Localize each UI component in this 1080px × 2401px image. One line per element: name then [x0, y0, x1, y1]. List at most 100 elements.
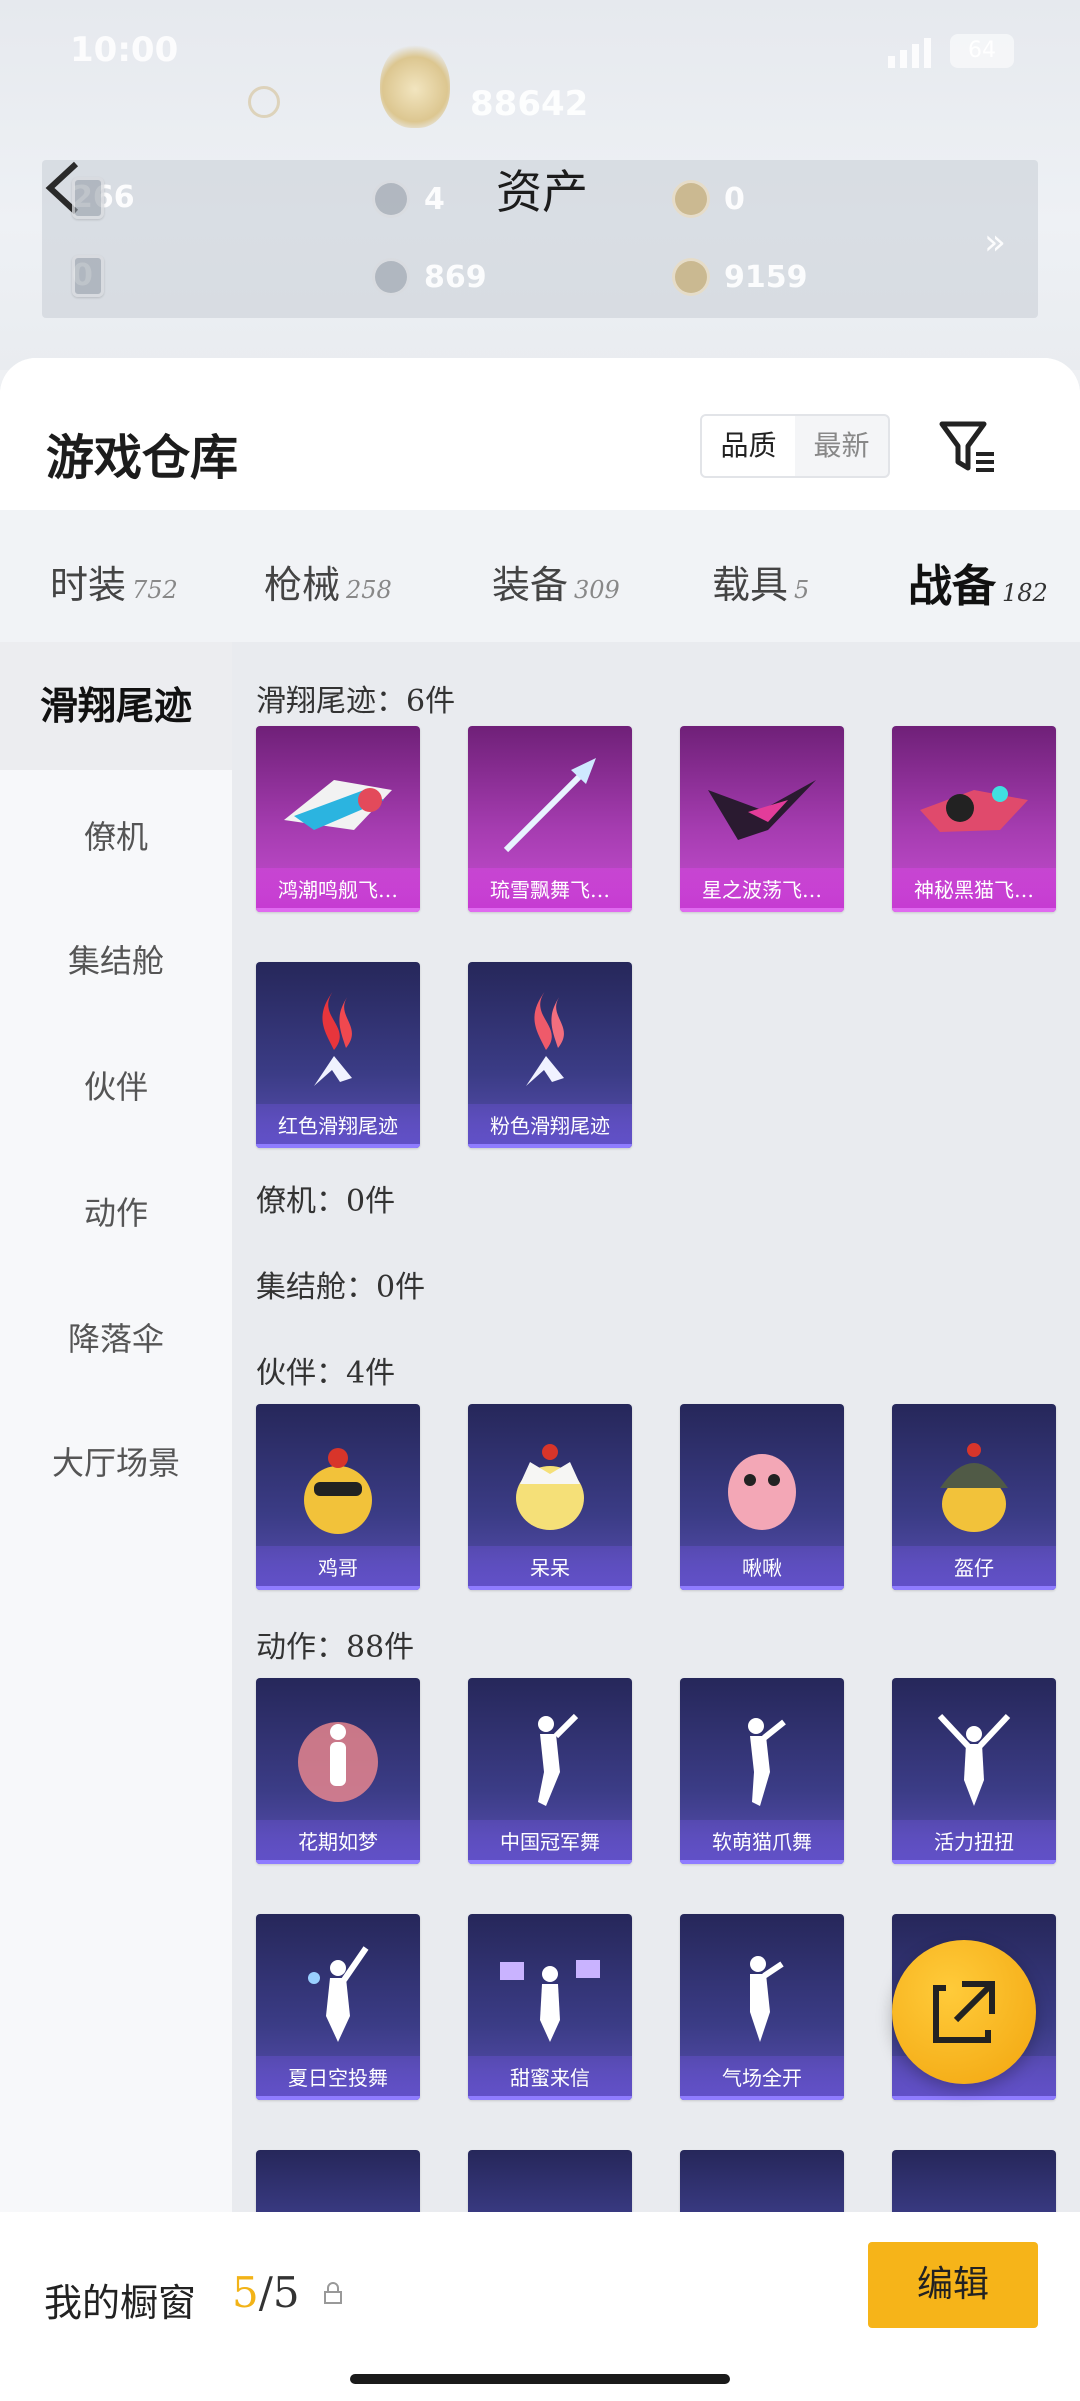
sidebar-item-companion[interactable]: 伙伴: [0, 1062, 232, 1108]
item-name: 红色滑翔尾迹: [256, 1104, 420, 1148]
medal-icon: [248, 86, 280, 118]
sidebar-item-wingman[interactable]: 僚机: [0, 812, 232, 858]
item-card[interactable]: 琉雪飘舞飞…: [468, 726, 632, 912]
filter-icon[interactable]: [938, 418, 998, 474]
tab-battle-prep[interactable]: 战备 182: [908, 550, 1048, 614]
item-card[interactable]: 活力扭扭: [892, 1678, 1056, 1864]
item-card[interactable]: 鸿潮鸣舰飞…: [256, 726, 420, 912]
showcase-count: 5/5: [232, 2268, 300, 2317]
red-smoke-trail-icon: [314, 990, 352, 1086]
item-card[interactable]: 软萌猫爪舞: [680, 1678, 844, 1864]
share-button[interactable]: [892, 1940, 1036, 2084]
sidebar-item-emote[interactable]: 动作: [0, 1188, 232, 1234]
rank-crest-icon: [380, 42, 450, 128]
chicken-pet-icon: [304, 1448, 372, 1534]
sidebar-item-lobby-scene[interactable]: 大厅场景: [0, 1438, 232, 1484]
item-grid: 滑翔尾迹：6件 鸿潮鸣舰飞… 琉雪飘舞飞… 星之波荡飞… 神秘黑猫飞… 红色滑翔…: [232, 642, 1080, 2401]
item-name: 啾啾: [680, 1546, 844, 1590]
showcase-bar: 我的橱窗 5/5 编辑: [0, 2212, 1080, 2401]
asset-silver-token: 869: [372, 258, 487, 296]
item-card[interactable]: 花期如梦: [256, 1678, 420, 1864]
rarity-stripe: [680, 908, 844, 912]
item-card[interactable]: 啾啾: [680, 1404, 844, 1590]
item-name: 琉雪飘舞飞…: [468, 868, 632, 912]
item-card[interactable]: 盔仔: [892, 1404, 1056, 1590]
section-label: 伙伴：4件: [256, 1356, 396, 1391]
dance-pose-icon: [750, 1956, 784, 2042]
item-name: 神秘黑猫飞…: [892, 868, 1056, 912]
item-name: 花期如梦: [256, 1820, 420, 1864]
sidebar: 滑翔尾迹 僚机 集结舱 伙伴 动作 降落伞 大厅场景: [0, 642, 232, 2401]
asset-gold-coin: 0: [672, 180, 745, 218]
item-card[interactable]: 神秘黑猫飞…: [892, 726, 1056, 912]
item-card[interactable]: 甜蜜来信: [468, 1914, 632, 2100]
item-card[interactable]: 中国冠军舞: [468, 1678, 632, 1864]
card-icon: [72, 176, 104, 219]
rarity-stripe: [892, 2096, 1056, 2100]
sort-toggle[interactable]: 品质 最新: [700, 414, 890, 478]
gold-coin-icon: [672, 180, 710, 218]
rarity-stripe: [468, 1586, 632, 1590]
item-card[interactable]: 星之波荡飞…: [680, 726, 844, 912]
item-card[interactable]: 气场全开: [680, 1914, 844, 2100]
sheet-title: 游戏仓库: [46, 430, 239, 486]
item-card[interactable]: 红色滑翔尾迹: [256, 962, 420, 1148]
pink-smoke-trail-icon: [526, 990, 564, 1086]
rarity-stripe: [468, 2096, 632, 2100]
rarity-stripe: [256, 1144, 420, 1148]
item-name: 呆呆: [468, 1546, 632, 1590]
gold-token-icon: [672, 258, 710, 296]
item-card[interactable]: 夏日空投舞: [256, 1914, 420, 2100]
tab-fashion[interactable]: 时装 752: [50, 554, 178, 609]
dance-pose-icon: [308, 1946, 369, 2042]
item-name: 中国冠军舞: [468, 1820, 632, 1864]
asset-card: 266: [72, 176, 135, 219]
sort-quality[interactable]: 品质: [702, 416, 795, 476]
asset-value: 0: [724, 181, 745, 217]
section-label: 动作：88件: [256, 1630, 415, 1665]
rarity-stripe: [892, 908, 1056, 912]
section-label: 僚机：0件: [256, 1184, 396, 1219]
battery-icon: 64: [950, 34, 1014, 68]
glider-icon: [503, 758, 596, 853]
tab-equipment[interactable]: 装备 309: [492, 554, 620, 609]
lock-icon: [324, 2282, 342, 2304]
item-name: 甜蜜来信: [468, 2056, 632, 2100]
signal-icon: [888, 34, 931, 68]
asset-more-icon[interactable]: »: [984, 222, 1006, 263]
item-name: 鸿潮鸣舰飞…: [256, 868, 420, 912]
item-name: 气场全开: [680, 2056, 844, 2100]
top-background: 10:00 64 88642 资产 266 4 0 0 869 9159 »: [0, 0, 1080, 370]
rarity-stripe: [256, 1860, 420, 1864]
item-name: 盔仔: [892, 1546, 1056, 1590]
glider-icon: [708, 780, 816, 840]
sidebar-item-pod[interactable]: 集结舱: [0, 936, 232, 982]
item-card[interactable]: 鸡哥: [256, 1404, 420, 1590]
asset-gold-token: 9159: [672, 258, 808, 296]
warehouse-sheet: 游戏仓库 品质 最新 时装 752 枪械 258 装备 309 载具 5 战备 182: [0, 358, 1080, 2401]
sidebar-item-glide-trail[interactable]: 滑翔尾迹: [0, 642, 232, 770]
pink-bird-pet-icon: [728, 1454, 796, 1530]
section-label: 集结舱：0件: [256, 1270, 426, 1305]
tab-weapons[interactable]: 枪械 258: [264, 554, 392, 609]
rarity-stripe: [468, 908, 632, 912]
rank-score: 88642: [470, 84, 589, 124]
dance-pose-icon: [937, 1713, 1011, 1806]
dance-pose-icon: [298, 1722, 378, 1802]
dance-pose-icon: [748, 1718, 786, 1806]
sidebar-item-parachute[interactable]: 降落伞: [0, 1314, 232, 1360]
edit-button[interactable]: 编辑: [868, 2242, 1038, 2328]
home-indicator[interactable]: [350, 2374, 730, 2384]
silver-coin-icon: [372, 180, 410, 218]
share-icon: [933, 1981, 995, 2043]
rarity-stripe: [256, 908, 420, 912]
item-card[interactable]: 粉色滑翔尾迹: [468, 962, 632, 1148]
item-card[interactable]: 呆呆: [468, 1404, 632, 1590]
category-tabs: 时装 752 枪械 258 装备 309 载具 5 战备 182: [0, 510, 1080, 767]
sort-newest[interactable]: 最新: [795, 416, 888, 476]
rarity-stripe: [680, 1860, 844, 1864]
tab-vehicles[interactable]: 载具 5: [712, 554, 809, 609]
dance-pose-icon: [538, 1713, 579, 1806]
glider-icon: [284, 780, 392, 830]
sheet-header: 游戏仓库 品质 最新: [0, 358, 1080, 510]
